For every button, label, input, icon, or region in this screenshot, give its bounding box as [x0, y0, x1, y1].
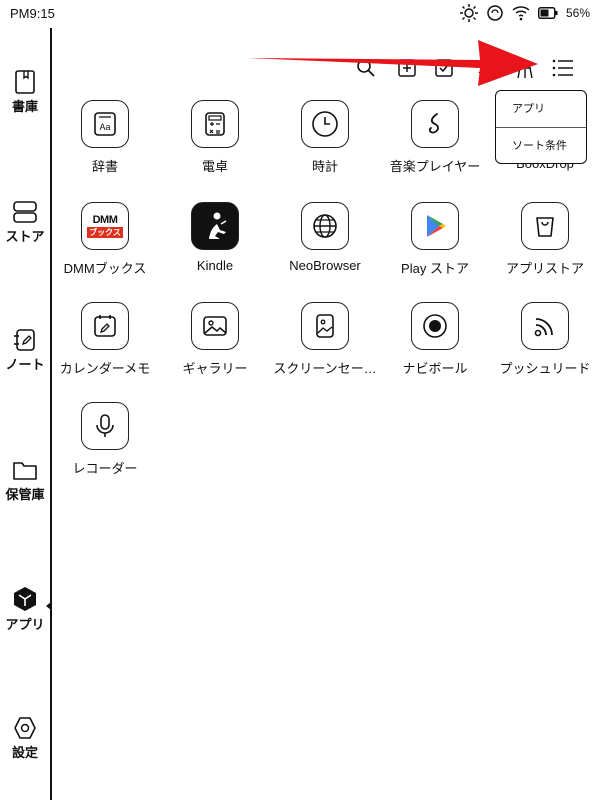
app-label: 辞書 [91, 159, 118, 174]
sidebar-item-label: アプリ [5, 617, 45, 632]
menu-icon[interactable] [552, 58, 574, 78]
sidebar-item-notes[interactable]: ノート [0, 328, 50, 373]
app-label: Kindle [196, 258, 234, 273]
app-dmm-books[interactable]: DMM ブックス DMMブックス [50, 202, 160, 277]
popup-item-sort[interactable]: ソート条件 [496, 127, 586, 164]
app-label: アプリストア [505, 261, 584, 276]
settings-icon [14, 717, 36, 739]
sidebar: 書庫 ストア ノート 保管庫 アプリ 設定 [0, 28, 52, 800]
app-app-store[interactable]: アプリストア [490, 202, 600, 277]
play-store-icon [411, 202, 459, 250]
checklist-icon[interactable] [434, 58, 454, 78]
app-dictionary[interactable]: Aa 辞書 [50, 100, 160, 175]
store-icon [13, 201, 37, 223]
sidebar-item-label: 設定 [11, 745, 38, 760]
app-neobrowser[interactable]: NeoBrowser [270, 202, 380, 273]
clean-icon[interactable] [514, 58, 536, 80]
sidebar-item-label: 保管庫 [5, 487, 45, 502]
calendar-memo-icon [81, 302, 129, 350]
app-label: ナビボール [402, 361, 468, 376]
app-label: DMMブックス [63, 261, 147, 276]
app-label: 電卓 [201, 159, 228, 174]
battery-icon [537, 7, 558, 19]
dictionary-icon: Aa [81, 100, 129, 148]
add-icon[interactable] [397, 58, 417, 78]
app-label: 時計 [311, 159, 338, 174]
brightness-icon [459, 4, 478, 22]
sidebar-item-label: 書庫 [11, 99, 38, 114]
globe-icon [301, 202, 349, 250]
app-recorder[interactable]: レコーダー [50, 402, 160, 477]
app-play-store[interactable]: Play ストア [380, 202, 490, 277]
app-music-player[interactable]: 音楽プレイヤー [380, 100, 490, 175]
app-screensaver[interactable]: スクリーンセー… [270, 302, 380, 377]
clock-icon [301, 100, 349, 148]
apps-icon [14, 587, 36, 611]
wifi-icon [512, 6, 530, 21]
sync-icon[interactable] [473, 58, 493, 78]
folder-icon [13, 462, 37, 480]
view-options-popup: アプリ ソート条件 [495, 90, 587, 164]
status-icons: 56% [459, 4, 590, 22]
sidebar-item-storage[interactable]: 保管庫 [0, 458, 50, 503]
book-icon [15, 70, 35, 94]
sidebar-item-label: ストア [5, 229, 45, 244]
rss-icon [521, 302, 569, 350]
dmm-books-icon: DMM ブックス [81, 202, 129, 250]
sidebar-item-label: ノート [5, 357, 45, 372]
sidebar-item-library[interactable]: 書庫 [0, 70, 50, 115]
app-label: レコーダー [72, 461, 138, 476]
app-label: Play ストア [401, 261, 469, 276]
microphone-icon [81, 402, 129, 450]
status-time: PM9:15 [10, 6, 55, 21]
app-label: NeoBrowser [289, 258, 361, 273]
navball-icon [411, 302, 459, 350]
gallery-icon [191, 302, 239, 350]
bag-icon [521, 202, 569, 250]
app-push-read[interactable]: プッシュリード [490, 302, 600, 377]
status-bar: PM9:15 56% [0, 0, 600, 28]
screensaver-icon [301, 302, 349, 350]
popup-item-apps[interactable]: アプリ [496, 91, 586, 127]
app-label: スクリーンセー… [273, 361, 377, 376]
search-icon[interactable] [356, 58, 376, 78]
music-icon [411, 100, 459, 148]
sync-status-icon [487, 5, 503, 21]
app-clock[interactable]: 時計 [270, 100, 380, 175]
app-label: プッシュリード [499, 361, 591, 376]
sidebar-item-settings[interactable]: 設定 [0, 716, 50, 761]
calculator-icon [191, 100, 239, 148]
app-navball[interactable]: ナビボール [380, 302, 490, 377]
app-calendar-memo[interactable]: カレンダーメモ [50, 302, 160, 377]
note-icon [14, 329, 35, 351]
app-kindle[interactable]: Kindle [160, 202, 270, 273]
app-label: ギャラリー [182, 361, 248, 376]
sidebar-item-store[interactable]: ストア [0, 200, 50, 245]
kindle-icon [191, 202, 239, 250]
app-gallery[interactable]: ギャラリー [160, 302, 270, 377]
svg-text:Aa: Aa [99, 122, 110, 132]
sidebar-item-apps[interactable]: アプリ [0, 586, 50, 633]
app-calculator[interactable]: 電卓 [160, 100, 270, 175]
app-label: カレンダーメモ [59, 361, 151, 376]
active-indicator-caret [46, 602, 51, 610]
app-label: 音楽プレイヤー [389, 159, 481, 174]
battery-percent: 56% [565, 6, 590, 20]
